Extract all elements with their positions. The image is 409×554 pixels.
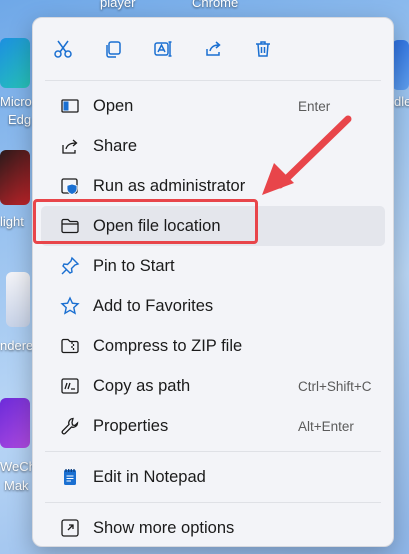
red-arrow-annotation (262, 115, 352, 195)
wrench-icon (61, 417, 79, 435)
menu-item-label: Run as administrator (93, 176, 246, 195)
menu-item-label: Properties (93, 416, 169, 435)
desktop-label-micro[interactable]: Micro (0, 94, 32, 109)
menu-item-properties[interactable]: Properties Alt+Enter (41, 406, 385, 446)
zip-icon (61, 338, 79, 354)
menu-item-compress-to-zip[interactable]: Compress to ZIP file (41, 326, 385, 366)
app-desktop-icon[interactable] (0, 150, 30, 205)
wecom-desktop-icon[interactable] (0, 398, 30, 448)
menu-item-label: Show more options (93, 518, 235, 537)
shortcut-label: Ctrl+Shift+C (298, 378, 372, 394)
cut-icon (54, 40, 72, 58)
menu-item-label: Edit in Notepad (93, 467, 206, 486)
delete-button[interactable] (246, 32, 280, 66)
share-button[interactable] (196, 32, 230, 66)
menu-item-show-more-options[interactable]: Show more options (41, 508, 385, 548)
quick-actions-bar (33, 18, 393, 80)
shortcut-label: Enter (298, 98, 331, 114)
menu-item-label: Share (93, 136, 138, 155)
cut-button[interactable] (46, 32, 80, 66)
rename-icon (154, 41, 172, 57)
menu-item-add-to-favorites[interactable]: Add to Favorites (41, 286, 385, 326)
desktop-label-light[interactable]: light (0, 214, 24, 229)
menu-group-notepad: Edit in Notepad (33, 452, 393, 497)
highlight-box (33, 199, 258, 244)
shield-icon (61, 178, 78, 195)
menu-item-pin-to-start[interactable]: Pin to Start (41, 246, 385, 286)
menu-item-label: Copy as path (93, 376, 191, 395)
more-options-icon (61, 519, 79, 537)
copy-icon (106, 41, 121, 58)
edge-desktop-icon[interactable] (0, 38, 30, 88)
menu-item-edit-in-notepad[interactable]: Edit in Notepad (41, 457, 385, 497)
menu-group-more: Show more options (33, 503, 393, 548)
context-menu: Open Enter Share Run as administrator Op… (32, 17, 394, 547)
menu-item-label: Pin to Start (93, 256, 175, 275)
desktop-label-mak[interactable]: Mak (4, 478, 29, 493)
copy-path-icon (61, 378, 79, 394)
menu-item-label: Add to Favorites (93, 296, 214, 315)
desktop-label-edge[interactable]: Edg (8, 112, 31, 127)
pin-icon (61, 256, 80, 275)
desktop-label-chrome[interactable]: Chrome (192, 0, 238, 10)
desktop-label-wech[interactable]: WeCh (0, 459, 36, 474)
shortcut-label: Alt+Enter (298, 418, 354, 434)
copy-button[interactable] (96, 32, 130, 66)
rename-button[interactable] (146, 32, 180, 66)
menu-item-copy-as-path[interactable]: Copy as path Ctrl+Shift+C (41, 366, 385, 406)
star-icon (60, 296, 80, 315)
right-desktop-icon[interactable] (392, 40, 409, 90)
desktop-label-dle[interactable]: dle (394, 94, 409, 109)
share-icon (206, 41, 221, 56)
menu-item-label: Open (93, 96, 134, 115)
desktop-label-nderel[interactable]: nderel (0, 338, 36, 353)
desktop-label-player[interactable]: player (100, 0, 135, 10)
menu-item-label: Compress to ZIP file (93, 336, 243, 355)
share-icon (62, 139, 78, 154)
delete-icon (256, 41, 270, 57)
open-icon (61, 99, 79, 113)
notepad-icon (64, 469, 76, 485)
image-desktop-icon[interactable] (6, 272, 30, 327)
